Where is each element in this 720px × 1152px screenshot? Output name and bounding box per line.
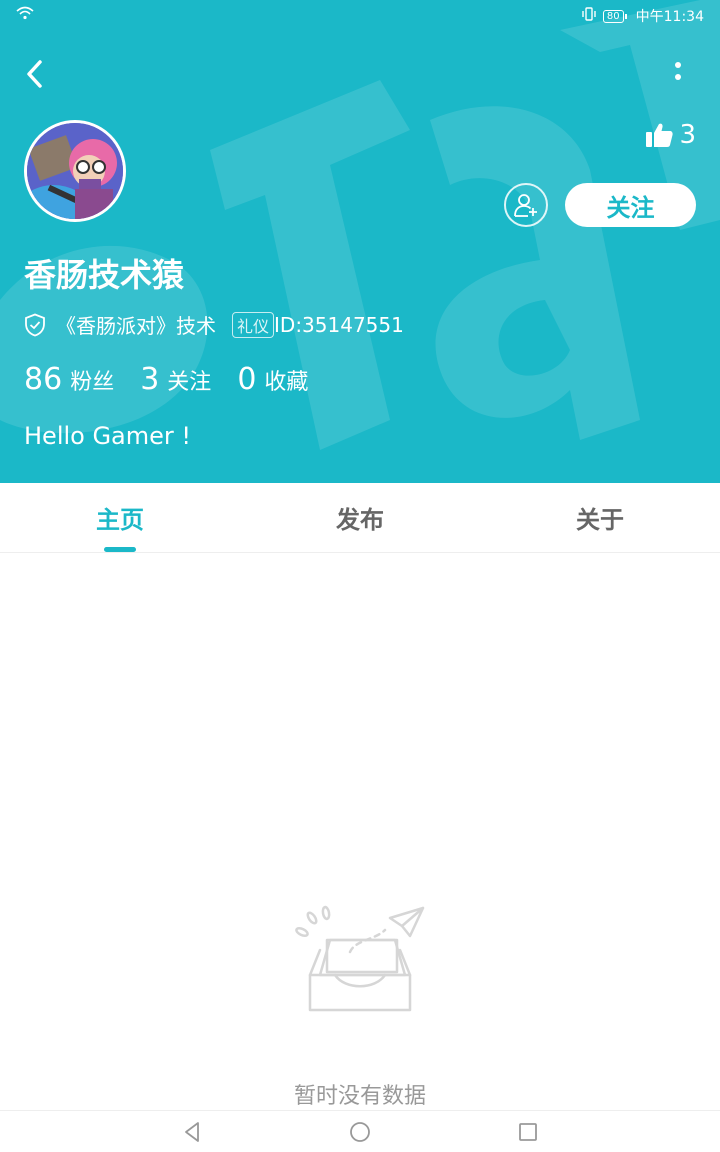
battery-indicator: 80	[602, 9, 627, 23]
stat-value: 0	[237, 362, 257, 397]
username: 香肠技术猿	[24, 256, 185, 294]
tab-home[interactable]: 主页	[0, 483, 240, 552]
likes-counter[interactable]: 3	[645, 120, 696, 150]
stat-value: 3	[140, 362, 160, 397]
tab-posts[interactable]: 发布	[240, 483, 480, 552]
nav-home-button[interactable]	[347, 1119, 373, 1145]
thumbs-up-icon	[646, 123, 674, 147]
empty-state: 暂时没有数据	[0, 900, 720, 1109]
back-button[interactable]	[18, 56, 54, 92]
stat-following[interactable]: 3 关注	[140, 362, 211, 397]
profile-header: 80 中午11:34 3 关注 香肠技术猿 《香肠派对》技术 礼仪 ID:351…	[0, 0, 720, 483]
stat-followers[interactable]: 86 粉丝	[24, 362, 114, 397]
square-recents-icon	[519, 1123, 537, 1141]
nav-recents-button[interactable]	[515, 1119, 541, 1145]
profile-tabs: 主页 发布 关于	[0, 483, 720, 553]
shield-check-icon	[25, 313, 45, 336]
add-user-icon	[514, 194, 537, 217]
taptap-watermark	[0, 0, 720, 450]
user-id: ID:35147551	[274, 312, 404, 337]
add-friend-button[interactable]	[504, 183, 548, 227]
vibrate-icon	[581, 7, 597, 25]
status-bar: 80 中午11:34	[0, 0, 720, 30]
etiquette-badge: 礼仪	[232, 311, 275, 338]
avatar-image	[27, 123, 123, 219]
likes-count: 3	[679, 120, 696, 150]
nav-back-button[interactable]	[180, 1119, 206, 1145]
bio: Hello Gamer !	[24, 422, 192, 450]
verification-text: 《香肠派对》技术	[56, 314, 216, 338]
stat-label: 关注	[167, 370, 212, 395]
follow-button[interactable]: 关注	[565, 183, 696, 227]
stat-label: 收藏	[264, 370, 309, 395]
empty-inbox-paper-plane-icon	[295, 905, 425, 1012]
chevron-left-icon	[27, 60, 42, 88]
avatar[interactable]	[24, 120, 126, 222]
stat-favorites[interactable]: 0 收藏	[237, 362, 308, 397]
circle-home-icon	[350, 1122, 370, 1142]
stat-label: 粉丝	[70, 370, 115, 395]
more-vertical-icon	[675, 62, 681, 80]
tab-about[interactable]: 关于	[480, 483, 720, 552]
triangle-back-icon	[185, 1122, 199, 1142]
system-nav-bar	[0, 1110, 720, 1152]
empty-message: 暂时没有数据	[293, 1084, 426, 1109]
more-options-button[interactable]	[664, 56, 692, 92]
verification-row: 《香肠派对》技术 礼仪 ID:35147551	[24, 310, 404, 339]
wifi-icon	[16, 6, 34, 24]
status-time: 中午11:34	[635, 9, 704, 25]
stat-value: 86	[24, 362, 63, 397]
stats-row: 86 粉丝 3 关注 0 收藏	[24, 362, 334, 397]
